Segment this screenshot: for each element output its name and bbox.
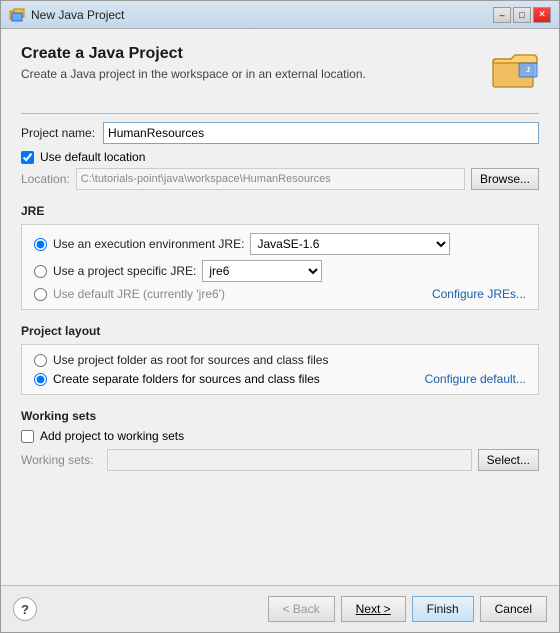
- use-default-location-label: Use default location: [40, 150, 145, 164]
- maximize-button[interactable]: □: [513, 7, 531, 23]
- close-button[interactable]: ✕: [533, 7, 551, 23]
- add-working-sets-label: Add project to working sets: [40, 429, 184, 443]
- help-button[interactable]: ?: [13, 597, 37, 621]
- jre-option3-row: Use default JRE (currently 'jre6') Confi…: [34, 287, 526, 301]
- jre-section: Use an execution environment JRE: JavaSE…: [21, 224, 539, 310]
- jre-option2-radio[interactable]: [34, 265, 47, 278]
- project-layout-title: Project layout: [21, 324, 539, 338]
- main-title: Create a Java Project: [21, 45, 481, 63]
- help-icon: ?: [21, 602, 29, 617]
- layout-option1-radio[interactable]: [34, 354, 47, 367]
- subtitle: Create a Java project in the workspace o…: [21, 67, 481, 81]
- cancel-button[interactable]: Cancel: [480, 596, 547, 622]
- select-button[interactable]: Select...: [478, 449, 539, 471]
- working-sets-title: Working sets: [21, 409, 539, 423]
- titlebar: New Java Project – □ ✕: [1, 1, 559, 29]
- project-name-input[interactable]: [103, 122, 539, 144]
- minimize-button[interactable]: –: [493, 7, 511, 23]
- location-row: Location: Browse...: [21, 168, 539, 190]
- use-default-location-row: Use default location: [21, 150, 539, 164]
- layout-option1-label: Use project folder as root for sources a…: [53, 353, 328, 367]
- configure-jres-link[interactable]: Configure JREs...: [432, 287, 526, 301]
- layout-option2-label: Create separate folders for sources and …: [53, 372, 320, 386]
- header-divider: [21, 113, 539, 114]
- add-working-sets-checkbox[interactable]: [21, 430, 34, 443]
- jre-environment-dropdown[interactable]: JavaSE-1.6 JavaSE-1.7 JavaSE-1.8: [250, 233, 450, 255]
- header-area: Create a Java Project Create a Java proj…: [21, 45, 539, 93]
- jre-option2-label: Use a project specific JRE:: [53, 264, 196, 278]
- location-label: Location:: [21, 172, 70, 186]
- dialog-content: Create a Java Project Create a Java proj…: [1, 29, 559, 585]
- jre-option1-radio[interactable]: [34, 238, 47, 251]
- location-input[interactable]: [76, 168, 465, 190]
- layout-option2-radio[interactable]: [34, 373, 47, 386]
- layout-option1-row: Use project folder as root for sources a…: [34, 353, 526, 367]
- dialog-footer: ? < Back Next > Finish Cancel: [1, 585, 559, 632]
- finish-button[interactable]: Finish: [412, 596, 474, 622]
- working-sets-label: Working sets:: [21, 453, 101, 467]
- back-button[interactable]: < Back: [268, 596, 335, 622]
- jre-option3-radio[interactable]: [34, 288, 47, 301]
- svg-text:J: J: [526, 67, 530, 74]
- browse-button[interactable]: Browse...: [471, 168, 539, 190]
- jre-option1-row: Use an execution environment JRE: JavaSE…: [34, 233, 526, 255]
- project-layout-section: Use project folder as root for sources a…: [21, 344, 539, 395]
- project-name-row: Project name:: [21, 122, 539, 144]
- working-sets-input-row: Working sets: Select...: [21, 449, 539, 471]
- jre-specific-dropdown[interactable]: jre6 jre7: [202, 260, 322, 282]
- layout-option2-row: Create separate folders for sources and …: [34, 372, 526, 386]
- dialog-window: New Java Project – □ ✕ Create a Java Pro…: [0, 0, 560, 633]
- jre-option3-label: Use default JRE (currently 'jre6'): [53, 287, 225, 301]
- jre-option2-row: Use a project specific JRE: jre6 jre7: [34, 260, 526, 282]
- header-text: Create a Java Project Create a Java proj…: [21, 45, 481, 81]
- working-sets-input[interactable]: [107, 449, 472, 471]
- window-icon: [9, 7, 25, 23]
- jre-section-title: JRE: [21, 204, 539, 218]
- window-title: New Java Project: [31, 8, 487, 22]
- add-working-sets-row: Add project to working sets: [21, 429, 539, 443]
- java-project-icon: J: [491, 45, 539, 93]
- use-default-location-checkbox[interactable]: [21, 151, 34, 164]
- jre-option1-label: Use an execution environment JRE:: [53, 237, 244, 251]
- configure-default-link[interactable]: Configure default...: [425, 372, 526, 386]
- project-name-label: Project name:: [21, 126, 95, 140]
- window-controls: – □ ✕: [493, 7, 551, 23]
- next-button[interactable]: Next >: [341, 596, 406, 622]
